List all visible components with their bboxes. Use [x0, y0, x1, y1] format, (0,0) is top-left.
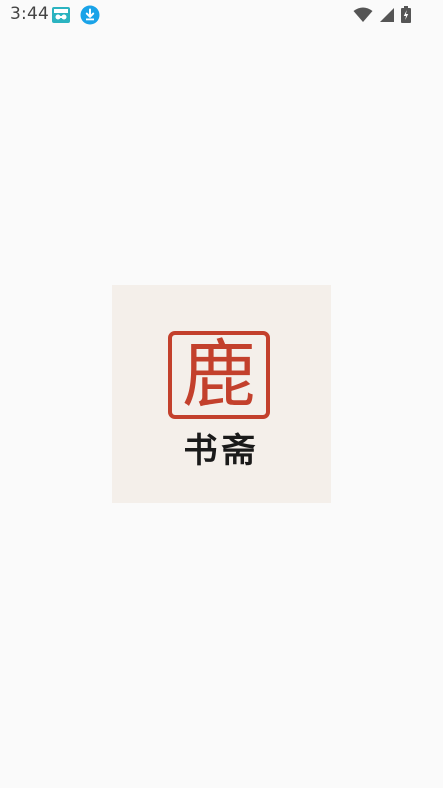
seal-character: 鹿	[182, 332, 256, 418]
splash-screen: 3:44 鹿 书斋	[0, 0, 443, 788]
vpn-app-icon	[51, 6, 71, 24]
wifi-icon	[353, 7, 373, 27]
download-icon	[80, 5, 100, 25]
system-icons	[353, 6, 411, 27]
cellular-signal-icon	[379, 7, 395, 27]
battery-charging-icon	[401, 6, 411, 27]
status-time: 3:44	[10, 4, 49, 24]
app-logo-card: 鹿 书斋	[112, 285, 331, 503]
status-bar: 3:44	[0, 0, 443, 30]
notification-icons	[51, 5, 100, 25]
seal-logo: 鹿	[168, 331, 270, 419]
brand-name: 书斋	[183, 431, 260, 471]
